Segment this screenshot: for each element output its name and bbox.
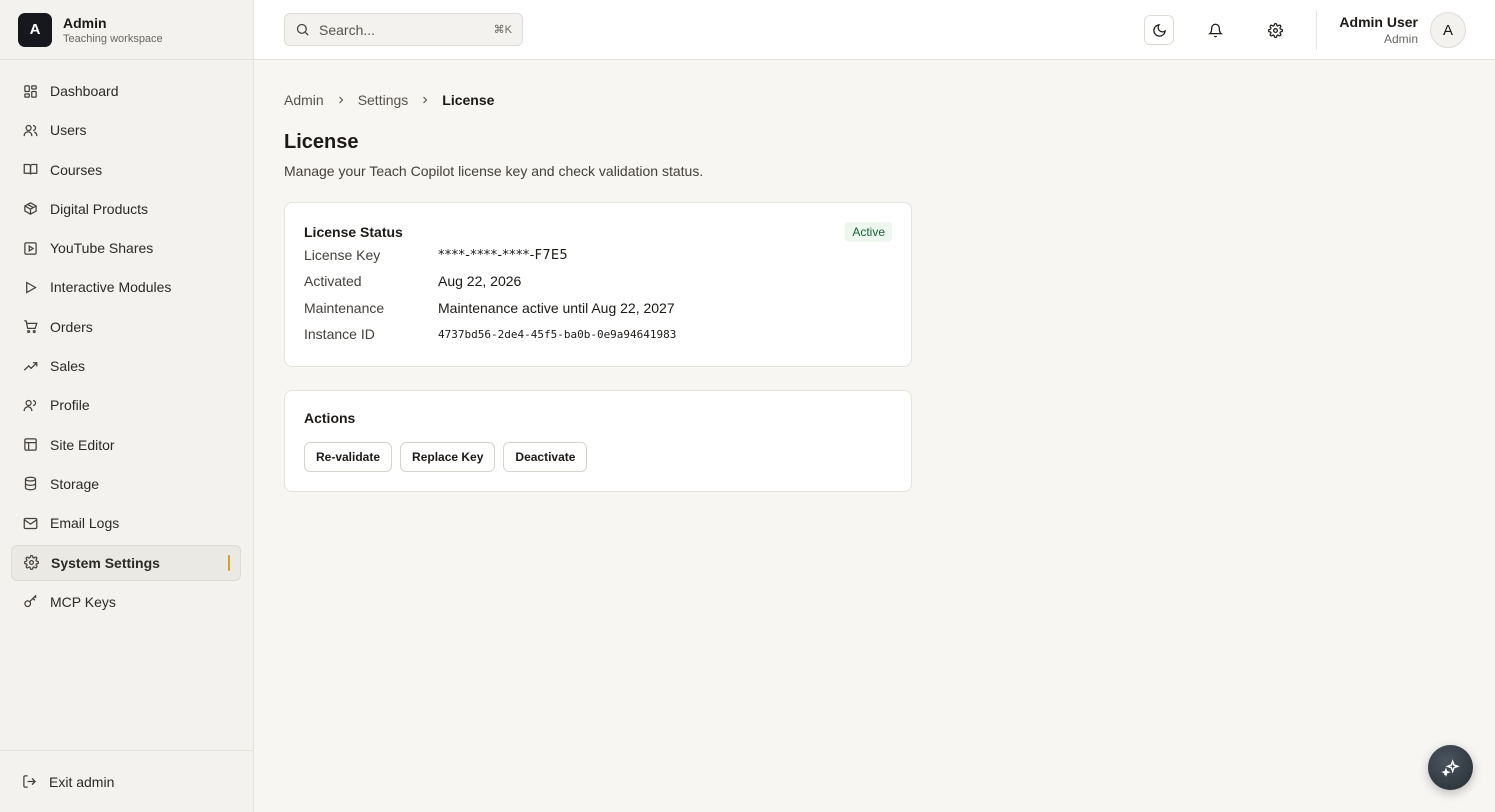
brand-logo: A <box>18 12 52 47</box>
chevron-right-icon <box>335 94 347 106</box>
brand-title: Admin <box>63 14 107 31</box>
database-icon <box>22 476 38 492</box>
page-content: Admin Settings License License Manage yo… <box>254 60 1495 523</box>
license-status-card: License Status Active License Key ****-*… <box>284 202 912 368</box>
instance-id-label: Instance ID <box>304 326 375 343</box>
user-name: Admin User <box>1339 14 1418 30</box>
sidebar-item-profile[interactable]: Profile <box>11 387 241 423</box>
instance-id-row: Instance ID 4737bd56-2de4-45f5-ba0b-0e9a… <box>304 321 892 347</box>
maintenance-value: Maintenance active until Aug 22, 2027 <box>438 299 675 316</box>
instance-id-value: 4737bd56-2de4-45f5-ba0b-0e9a94641983 <box>438 327 677 341</box>
sidebar-item-courses[interactable]: Courses <box>11 152 241 188</box>
sidebar-item-interactive-modules[interactable]: Interactive Modules <box>11 269 241 305</box>
main-area: Search... ⌘K Admin User Admin A Admin Se… <box>254 0 1495 812</box>
actions-card: Actions Re-validate Replace Key Deactiva… <box>284 390 912 493</box>
settings-button[interactable] <box>1260 15 1290 45</box>
sidebar-item-mcp-keys[interactable]: MCP Keys <box>11 584 241 620</box>
search-input[interactable]: Search... ⌘K <box>284 13 523 46</box>
sidebar-item-label: YouTube Shares <box>50 240 154 257</box>
notifications-button[interactable] <box>1200 15 1230 45</box>
sidebar-item-users[interactable]: Users <box>11 112 241 148</box>
sidebar-item-sales[interactable]: Sales <box>11 348 241 384</box>
sidebar-item-label: Site Editor <box>50 436 115 453</box>
topbar: Search... ⌘K Admin User Admin A <box>254 0 1495 60</box>
revalidate-button[interactable]: Re-validate <box>304 442 393 473</box>
sidebar-item-digital-products[interactable]: Digital Products <box>11 191 241 227</box>
users-icon <box>22 122 38 138</box>
sidebar-item-label: MCP Keys <box>50 593 116 610</box>
play-icon <box>22 279 38 295</box>
search-icon <box>295 22 311 38</box>
topbar-divider <box>1316 10 1318 50</box>
layout-icon <box>22 437 38 453</box>
bell-icon <box>1207 23 1223 38</box>
avatar[interactable]: A <box>1430 12 1466 48</box>
cart-icon <box>22 319 38 335</box>
sidebar-item-label: Users <box>50 122 87 139</box>
sidebar-item-label: Profile <box>50 397 90 414</box>
sidebar-item-label: Orders <box>50 318 93 335</box>
brand-subtitle: Teaching workspace <box>63 32 163 45</box>
sidebar: A Admin Teaching workspace Dashboard Use… <box>0 0 254 812</box>
sidebar-item-label: Courses <box>50 161 103 178</box>
chevron-right-icon <box>419 94 431 106</box>
moon-icon <box>1152 23 1167 38</box>
exit-admin-button[interactable]: Exit admin <box>0 750 253 812</box>
sidebar-item-email-logs[interactable]: Email Logs <box>11 505 241 541</box>
sidebar-item-site-editor[interactable]: Site Editor <box>11 427 241 463</box>
theme-toggle-button[interactable] <box>1144 15 1175 45</box>
page-title: License <box>284 131 359 153</box>
profile-icon <box>22 397 38 413</box>
trending-up-icon <box>22 358 38 374</box>
breadcrumb-settings[interactable]: Settings <box>358 92 409 108</box>
sidebar-item-orders[interactable]: Orders <box>11 309 241 345</box>
sidebar-nav: Dashboard Users Courses Digital Products <box>0 60 253 750</box>
license-status-title: License Status <box>304 224 403 240</box>
sidebar-item-label: Digital Products <box>50 200 149 217</box>
gear-icon <box>23 555 39 571</box>
sidebar-item-label: Interactive Modules <box>50 279 172 296</box>
sidebar-item-youtube-shares[interactable]: YouTube Shares <box>11 230 241 266</box>
search-shortcut: ⌘K <box>493 24 512 36</box>
maintenance-label: Maintenance <box>304 299 385 316</box>
sidebar-item-label: Storage <box>50 475 100 492</box>
gear-icon <box>1267 22 1283 38</box>
breadcrumb-current: License <box>442 92 495 108</box>
sidebar-item-system-settings[interactable]: System Settings <box>11 544 241 581</box>
breadcrumb-admin[interactable]: Admin <box>284 92 324 108</box>
replace-key-button[interactable]: Replace Key <box>400 442 496 473</box>
brand-header[interactable]: A Admin Teaching workspace <box>0 0 253 60</box>
actions-title: Actions <box>304 410 356 427</box>
log-out-icon <box>22 774 38 790</box>
package-icon <box>22 201 38 217</box>
deactivate-button[interactable]: Deactivate <box>503 442 588 473</box>
breadcrumb: Admin Settings License <box>284 91 1465 109</box>
status-badge: Active <box>845 222 892 242</box>
sparkles-icon <box>1440 758 1461 778</box>
activated-label: Activated <box>304 273 362 290</box>
license-key-row: License Key ****-****-****-F7E5 <box>304 242 892 268</box>
search-placeholder: Search... <box>319 21 376 38</box>
video-icon <box>22 240 38 256</box>
sidebar-item-label: Dashboard <box>50 83 119 99</box>
user-menu[interactable]: Admin User Admin A <box>1339 12 1466 48</box>
sidebar-item-label: Email Logs <box>50 515 120 532</box>
book-icon <box>22 162 38 178</box>
license-key-label: License Key <box>304 247 381 264</box>
sidebar-item-label: System Settings <box>51 554 160 571</box>
sidebar-item-label: Sales <box>50 358 86 375</box>
sidebar-item-storage[interactable]: Storage <box>11 466 241 502</box>
ai-assistant-button[interactable] <box>1428 745 1473 790</box>
exit-admin-label: Exit admin <box>49 773 115 790</box>
page-description: Manage your Teach Copilot license key an… <box>284 163 704 179</box>
mail-icon <box>22 515 38 531</box>
license-key-value: ****-****-****-F7E5 <box>438 247 569 263</box>
activated-value: Aug 22, 2026 <box>438 273 522 290</box>
sidebar-item-dashboard[interactable]: Dashboard <box>11 73 241 109</box>
activated-row: Activated Aug 22, 2026 <box>304 268 892 294</box>
dashboard-icon <box>22 83 38 99</box>
maintenance-row: Maintenance Maintenance active until Aug… <box>304 295 892 321</box>
user-role: Admin <box>1383 32 1418 46</box>
key-icon <box>22 594 38 610</box>
